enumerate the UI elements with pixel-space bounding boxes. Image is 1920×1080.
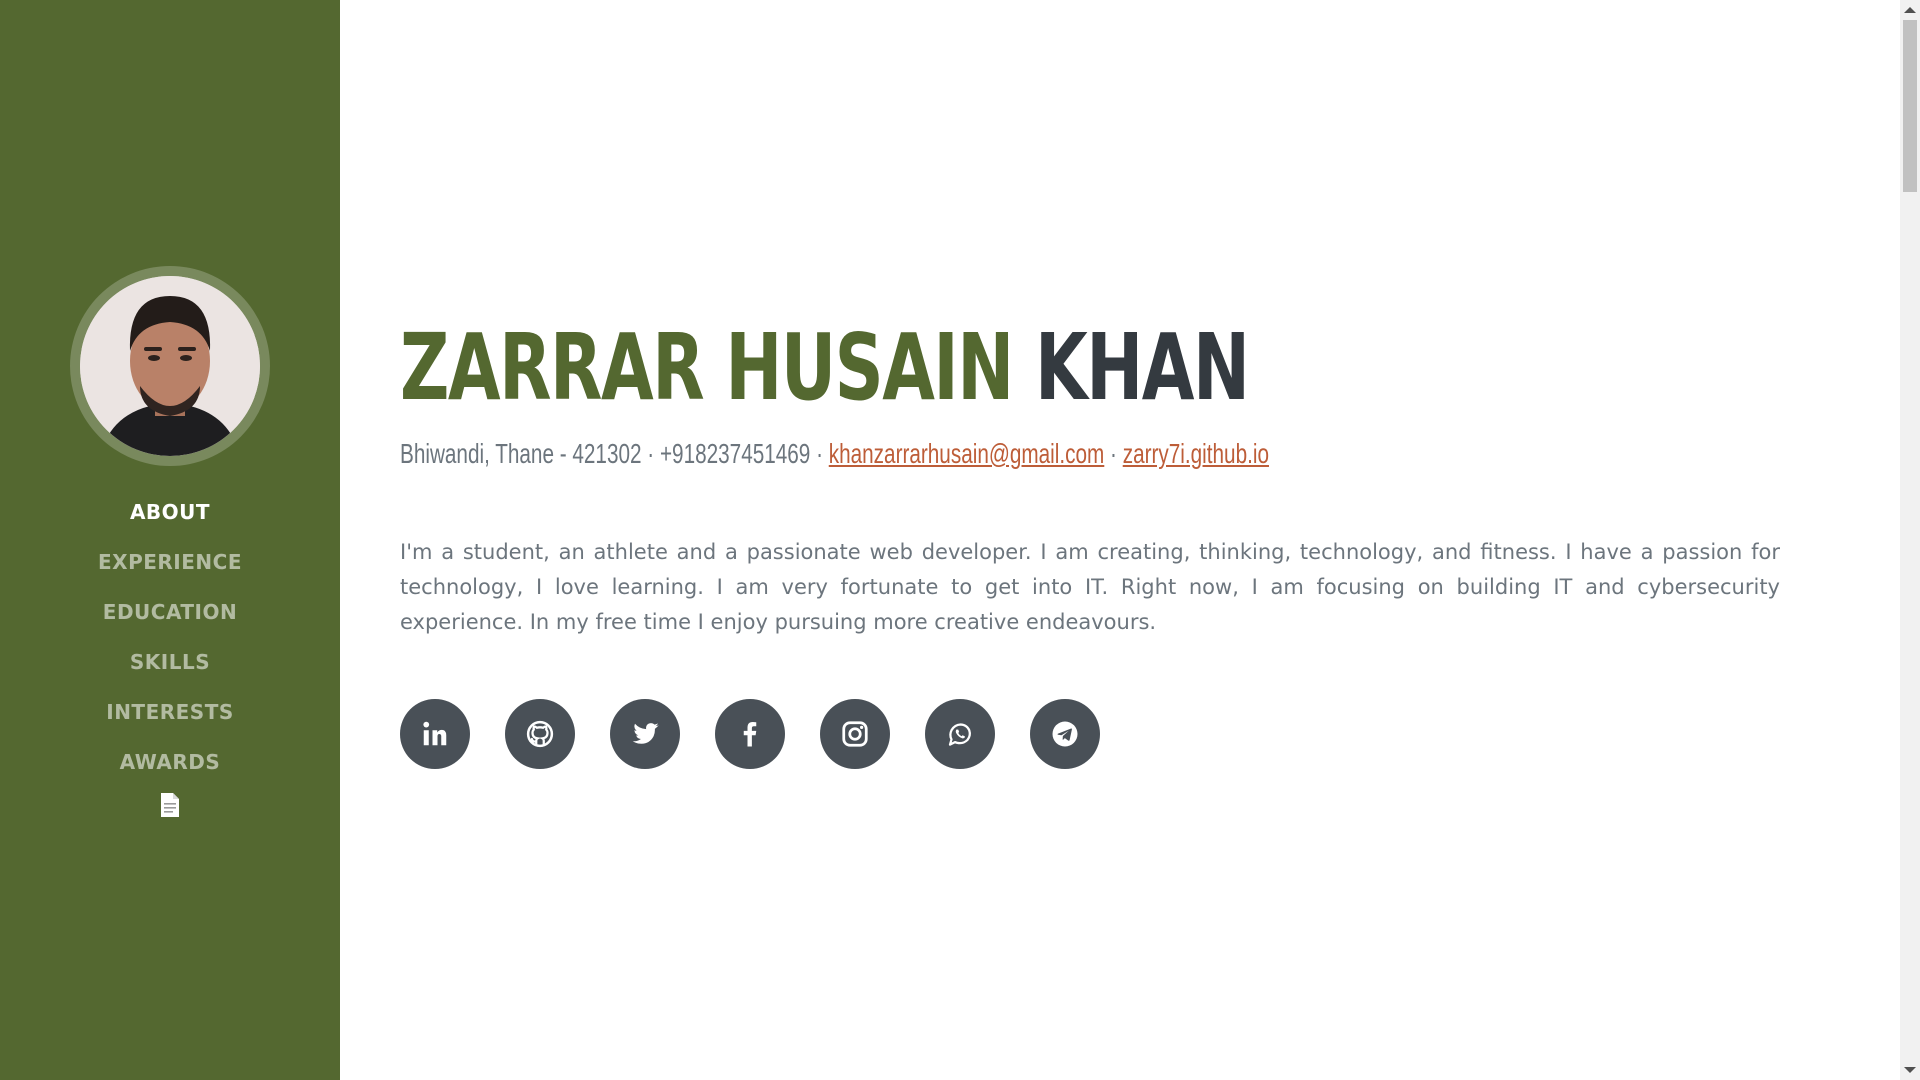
nav-link-experience[interactable]: EXPERIENCE [98,550,242,574]
nav-link-interests[interactable]: INTERESTS [106,700,234,724]
contact-line: Bhiwandi, Thane - 421302 · +918237451469… [400,438,1269,470]
telegram-button[interactable] [1030,699,1100,769]
nav-link-awards[interactable]: AWARDS [120,750,221,774]
nav-item-experience[interactable]: EXPERIENCE [0,537,340,587]
social-links [400,699,1100,769]
nav-item-education[interactable]: EDUCATION [0,587,340,637]
linkedin-icon [423,721,447,746]
separator: · [810,438,829,469]
separator: · [1104,438,1123,469]
twitter-icon [632,723,659,744]
bio-text: I'm a student, an athlete and a passiona… [400,540,1780,634]
email-link[interactable]: khanzarrarhusain@gmail.com [829,438,1105,469]
whatsapp-icon [948,723,971,746]
document-icon[interactable] [159,792,181,818]
first-name: ZARRAR HUSAIN [400,314,1014,421]
main-content: ZARRAR HUSAIN KHAN Bhiwandi, Thane - 421… [340,0,1900,1080]
github-button[interactable] [505,699,575,769]
scrollbar[interactable] [1900,0,1920,1080]
github-icon [526,720,554,748]
instagram-icon [842,721,868,747]
facebook-icon [743,722,757,747]
nav-item-awards[interactable]: AWARDS [0,737,340,787]
linkedin-button[interactable] [400,699,470,769]
phone: +918237451469 [659,438,811,469]
sidebar: ABOUT EXPERIENCE EDUCATION SKILLS INTERE… [0,0,340,1080]
avatar [80,276,260,456]
twitter-button[interactable] [610,699,680,769]
scrollbar-thumb[interactable] [1903,20,1917,192]
sidebar-nav: ABOUT EXPERIENCE EDUCATION SKILLS INTERE… [0,487,340,787]
whatsapp-button[interactable] [925,699,995,769]
avatar-frame [70,266,270,466]
last-name: KHAN [1034,314,1250,421]
separator: · [641,438,660,469]
location: Bhiwandi, Thane - 421302 [400,438,642,469]
nav-link-about[interactable]: ABOUT [130,500,210,524]
nav-item-skills[interactable]: SKILLS [0,637,340,687]
page-title: ZARRAR HUSAIN KHAN [400,318,1250,418]
profile-photo [80,276,260,456]
scroll-up-arrow-icon[interactable] [1904,7,1916,13]
nav-link-skills[interactable]: SKILLS [130,650,210,674]
instagram-button[interactable] [820,699,890,769]
scroll-down-arrow-icon[interactable] [1904,1067,1916,1073]
facebook-button[interactable] [715,699,785,769]
nav-link-education[interactable]: EDUCATION [103,600,237,624]
nav-item-about[interactable]: ABOUT [0,487,340,537]
website-link[interactable]: zarry7i.github.io [1123,438,1269,469]
telegram-icon [1052,721,1078,747]
nav-item-interests[interactable]: INTERESTS [0,687,340,737]
